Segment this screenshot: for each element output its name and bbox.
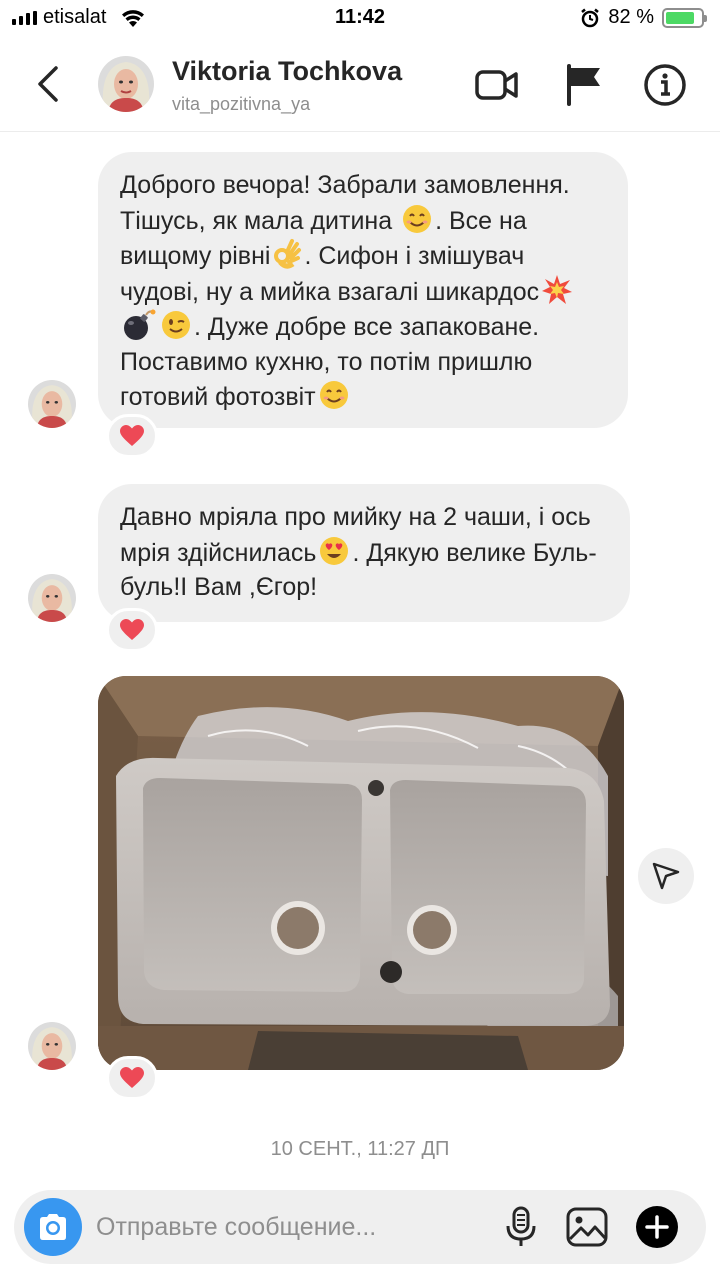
sink-photo [98, 676, 624, 1070]
flag-icon [567, 64, 600, 106]
avatar-image [28, 380, 76, 428]
heart-icon [120, 425, 144, 446]
video-call-icon [475, 70, 518, 100]
heart-reaction[interactable] [106, 608, 158, 652]
message-bubble[interactable]: Давно мріяла про мийку на 2 чаши, і ось … [98, 484, 630, 622]
avatar[interactable] [98, 56, 154, 112]
gallery-icon [566, 1207, 608, 1247]
share-button[interactable] [638, 848, 694, 904]
message-composer [14, 1190, 706, 1264]
heart-reaction[interactable] [106, 1056, 158, 1100]
ok-hand-emoji-icon [274, 239, 302, 269]
sender-avatar[interactable] [28, 380, 76, 428]
send-icon [652, 862, 680, 890]
collision-emoji-icon [542, 274, 573, 304]
voice-message-button[interactable] [498, 1204, 544, 1250]
heart-icon [120, 1067, 144, 1088]
winking-face-emoji-icon [162, 311, 190, 339]
heart-icon [120, 619, 144, 640]
camera-button[interactable] [24, 1198, 82, 1256]
alarm-icon [581, 8, 600, 27]
status-right: 82 % [580, 6, 707, 29]
avatar-image [28, 574, 76, 622]
contact-name[interactable]: Viktoria Tochkova [172, 56, 402, 87]
message-input[interactable] [96, 1208, 486, 1246]
chat-header: Viktoria Tochkova vita_pozitivna_ya [0, 40, 720, 132]
avatar-image [28, 1022, 76, 1070]
report-button[interactable] [562, 62, 608, 108]
plus-icon [636, 1206, 678, 1248]
heart-eyes-emoji-icon [320, 536, 349, 565]
camera-icon [40, 1214, 66, 1240]
timestamp: 10 СЕНТ., 11:27 ДП [270, 1138, 450, 1160]
smiling-face-emoji-icon [403, 204, 432, 233]
gallery-button[interactable] [564, 1204, 610, 1250]
contact-username: vita_pozitivna_ya [172, 94, 311, 114]
battery-icon [662, 7, 707, 28]
info-button[interactable] [642, 62, 688, 108]
sender-avatar[interactable] [28, 574, 76, 622]
heart-reaction[interactable] [106, 414, 158, 458]
battery-percent: 82 % [608, 6, 654, 28]
battery-fill [666, 11, 694, 24]
smiling-face-emoji-icon [319, 381, 348, 409]
photo-message[interactable] [98, 676, 624, 1070]
sender-avatar[interactable] [28, 1022, 76, 1070]
message-bubble[interactable]: Доброго вечора! Забрали замовлення. Тішу… [98, 152, 628, 428]
info-icon [644, 64, 686, 106]
video-call-button[interactable] [474, 62, 520, 108]
bomb-emoji-icon [124, 309, 156, 340]
status-bar: etisalat 11:42 82 % [0, 0, 720, 36]
more-options-button[interactable] [634, 1204, 680, 1250]
avatar-image [98, 56, 154, 112]
microphone-icon [506, 1206, 536, 1246]
back-icon [38, 66, 58, 102]
back-button[interactable] [30, 62, 70, 106]
